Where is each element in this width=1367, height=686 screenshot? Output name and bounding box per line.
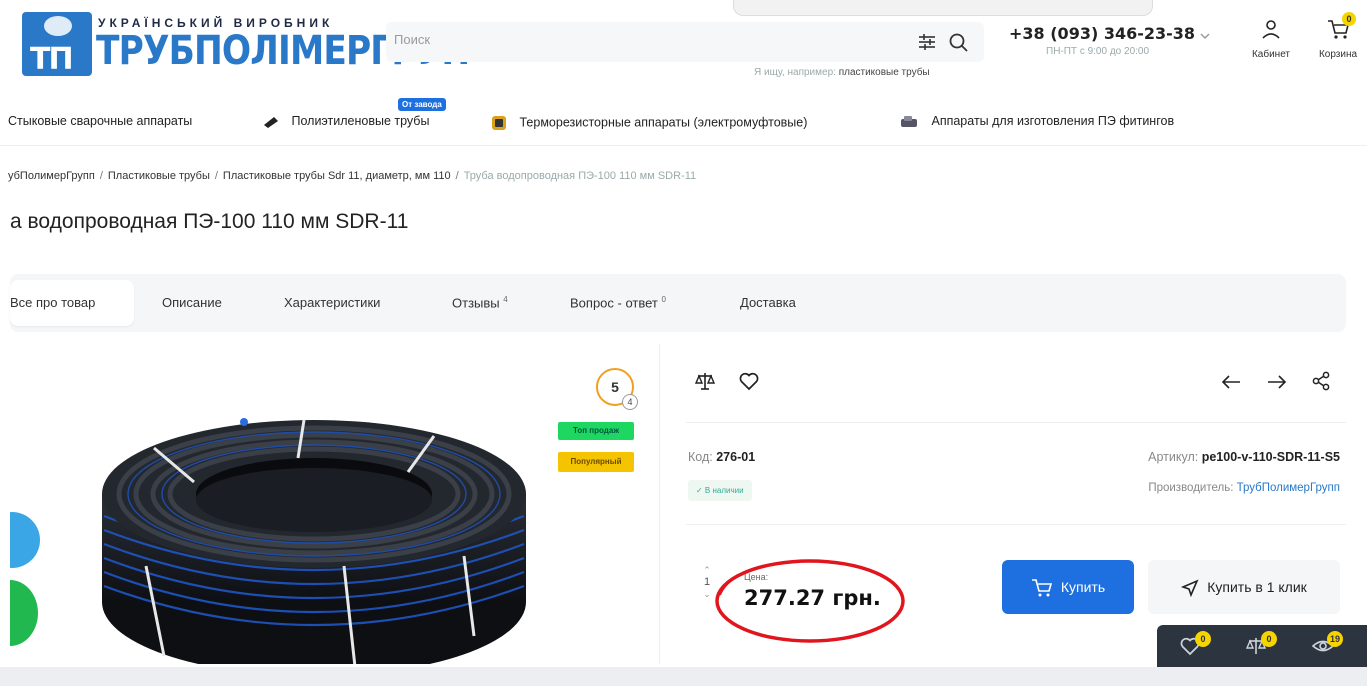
tab-all[interactable]: Все про товар: [10, 280, 134, 326]
price-annotation-circle: [715, 559, 905, 643]
working-hours: ПН-ПТ с 9:00 до 20:00: [1046, 46, 1150, 57]
cart-label: Корзина: [1318, 49, 1358, 60]
buy-button[interactable]: Купить: [1002, 560, 1134, 614]
share-icon[interactable]: [1310, 370, 1332, 392]
cart-button[interactable]: 0 Корзина: [1310, 12, 1366, 60]
category-label: Терморезисторные аппараты (электромуфтов…: [519, 115, 808, 130]
divider: [686, 524, 1346, 525]
maker-label: Производитель:: [1148, 482, 1234, 494]
send-icon: [1180, 579, 1199, 598]
search-icon[interactable]: [948, 32, 970, 54]
tab-label: Все про товар: [10, 295, 96, 310]
tab-count: 0: [661, 295, 666, 304]
pipe-icon: [264, 116, 278, 128]
product-sku: Артикул: pe100-v-110-SDR-11-S5: [1148, 450, 1340, 464]
viewed-count: 19: [1327, 631, 1343, 647]
breadcrumb-item[interactable]: Пластиковые трубы: [108, 170, 210, 182]
user-icon: [1262, 20, 1280, 39]
qty-value[interactable]: 1: [704, 576, 710, 588]
call-button[interactable]: [10, 580, 38, 646]
cabinet-label: Кабинет: [1251, 49, 1291, 60]
code-label: Код:: [688, 450, 713, 464]
breadcrumb: убПолимерГрупп / Пластиковые трубы / Пластик…: [8, 170, 697, 182]
tab-label: Описание: [162, 295, 222, 310]
product-code: Код: 276-01: [688, 450, 755, 464]
category-item-thermoresistor[interactable]: Терморезисторные аппараты (электромуфтов…: [490, 114, 807, 132]
top-seller-tag: Топ продаж: [558, 422, 634, 440]
category-label: Аппараты для изготовления ПЭ фитингов: [931, 114, 1175, 128]
logo-mark-icon: ТП: [22, 12, 92, 77]
favorites-button[interactable]: 0: [1179, 631, 1211, 659]
tab-reviews[interactable]: Отзывы 4: [452, 295, 508, 310]
manufacturer: Производитель: ТрубПолимерГрупп: [1148, 482, 1340, 494]
search-box: [386, 22, 984, 62]
category-item-pipes[interactable]: Полиэтиленовые трубы: [262, 114, 429, 129]
tab-label: Доставка: [740, 295, 796, 310]
breadcrumb-item[interactable]: убПолимерГрупп: [8, 170, 95, 182]
buy-label: Купить: [1060, 579, 1106, 595]
cart-icon: [1031, 579, 1052, 597]
category-nav: Стыковые сварочные аппараты Полиэтиленов…: [0, 102, 1367, 146]
tab-count: 4: [503, 295, 508, 304]
fitting-machine-icon: [901, 115, 917, 127]
sku-value: pe100-v-110-SDR-11-S5: [1201, 450, 1340, 464]
divider: [686, 422, 1346, 423]
favorites-count: 0: [1195, 631, 1211, 647]
buy-one-click-button[interactable]: Купить в 1 клик: [1148, 560, 1340, 614]
search-input[interactable]: [394, 32, 894, 47]
code-value: 276-01: [716, 450, 756, 464]
compare-button[interactable]: 0: [1245, 631, 1277, 659]
site-logo[interactable]: ТП УКРАЇНСЬКИЙ ВИРОБНИК ТРУБПОЛІМЕРГРУП: [22, 10, 470, 80]
cart-count-badge: 0: [1342, 12, 1356, 26]
product-gallery: 5 4 Топ продаж Популярный: [10, 344, 660, 664]
cabinet-button[interactable]: Кабинет: [1244, 18, 1298, 60]
product-image[interactable]: [94, 406, 534, 664]
category-item-welding[interactable]: Стыковые сварочные аппараты: [8, 114, 192, 128]
sku-label: Артикул:: [1148, 450, 1199, 464]
compare-icon[interactable]: [694, 370, 716, 392]
tab-qa[interactable]: Вопрос - ответ 0: [570, 295, 666, 310]
page-bottom-strip: [0, 667, 1367, 686]
breadcrumb-item[interactable]: Пластиковые трубы Sdr 11, диаметр, мм 11…: [223, 170, 451, 182]
category-label: Стыковые сварочные аппараты: [8, 114, 193, 128]
breadcrumb-current: Труба водопроводная ПЭ-100 110 мм SDR-11: [463, 170, 697, 182]
search-hint-prefix: Я ищу, например:: [754, 67, 836, 78]
category-item-fitting-machines[interactable]: Аппараты для изготовления ПЭ фитингов: [900, 114, 1174, 129]
filter-icon[interactable]: [916, 32, 938, 52]
category-label: Полиэтиленовые трубы: [291, 114, 430, 128]
tab-delivery[interactable]: Доставка: [740, 295, 796, 310]
arrow-right-icon[interactable]: [1266, 374, 1288, 390]
chat-button[interactable]: [10, 512, 40, 568]
tab-label: Характеристики: [284, 295, 381, 310]
rating-count: 4: [622, 394, 638, 410]
heart-icon[interactable]: [738, 370, 760, 392]
tab-label: Вопрос - ответ: [570, 295, 658, 311]
popular-tag: Популярный: [558, 452, 634, 472]
in-stock-badge: ✓ В наличии: [688, 480, 752, 501]
page-title: а водопроводная ПЭ-100 110 мм SDR-11: [10, 210, 409, 233]
machine-icon: [492, 116, 506, 130]
viewed-button[interactable]: 19: [1311, 631, 1343, 659]
maker-link[interactable]: ТрубПолимерГрупп: [1237, 482, 1340, 494]
factory-badge: От завода: [398, 98, 446, 111]
tab-label: Отзывы: [452, 295, 500, 311]
oneclick-label: Купить в 1 клик: [1207, 579, 1307, 595]
search-hint: Я ищу, например: пластиковые трубы: [754, 67, 930, 78]
search-hint-example[interactable]: пластиковые трубы: [839, 67, 930, 78]
phone-number[interactable]: +38 (093) 346-23-38: [1009, 24, 1195, 43]
product-tabs: Все про товар Описание Характеристики От…: [10, 274, 1346, 332]
product-page: ТП УКРАЇНСЬКИЙ ВИРОБНИК ТРУБПОЛІМЕРГРУП …: [0, 0, 1367, 686]
chevron-down-icon[interactable]: [1198, 30, 1212, 42]
tab-specs[interactable]: Характеристики: [284, 295, 380, 310]
tab-description[interactable]: Описание: [162, 295, 222, 310]
top-dropdown-tab: [733, 0, 1153, 16]
compare-count: 0: [1261, 631, 1277, 647]
arrow-left-icon[interactable]: [1220, 374, 1242, 390]
floating-toolbar: 0 0 19: [1157, 625, 1367, 667]
